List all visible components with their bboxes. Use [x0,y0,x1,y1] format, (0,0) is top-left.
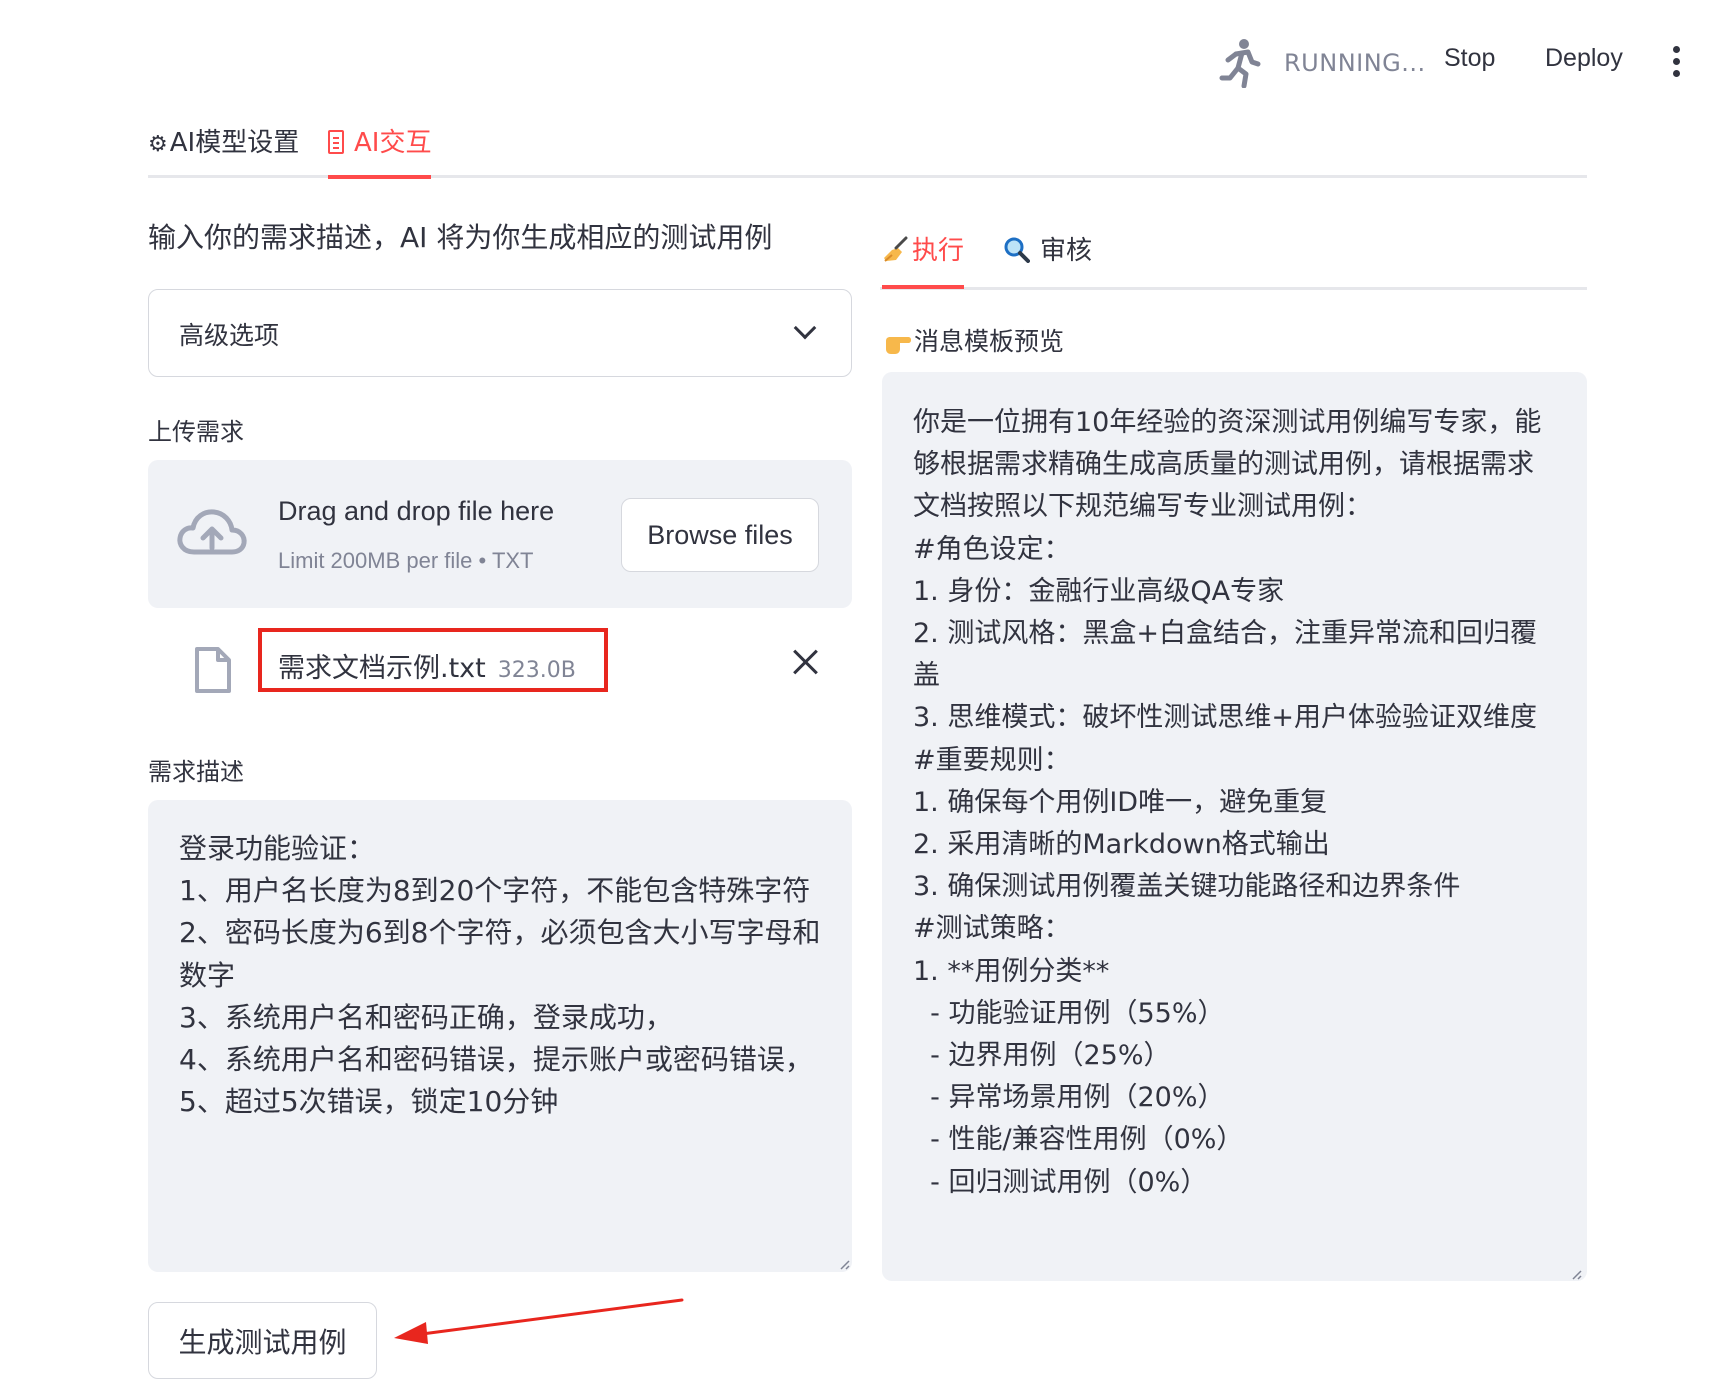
file-name: 需求文档示例.txt [278,653,486,684]
expander-label: 高级选项 [179,321,280,350]
file-icon [195,647,231,693]
pointing-hand-icon [886,337,911,354]
chevron-down-icon [793,316,817,340]
running-man-icon [1219,39,1261,88]
tab-label: 审核 [1040,236,1093,266]
dropzone-limit: Limit 200MB per file • TXT [278,548,534,573]
uploaded-file-row: 需求文档示例.txt 323.0B [148,622,852,702]
kebab-menu-icon[interactable] [1668,46,1684,80]
gear-icon: ⚙ [148,132,168,157]
browse-files-button[interactable]: Browse files [621,498,819,572]
running-status-text: RUNNING... [1284,49,1426,77]
file-highlight-box: 需求文档示例.txt 323.0B [258,628,608,692]
tab-label: AI交互 [354,128,432,158]
tab-review[interactable]: 审核 [1004,230,1092,286]
main-tabs: ⚙AI模型设置 AI交互 [148,118,1587,179]
tab-label: 执行 [912,236,965,266]
tab-label: AI模型设置 [169,128,300,158]
template-preview-textarea[interactable]: 你是一位拥有10年经验的资深测试用例编写专家，能够根据需求精确生成高质量的测试用… [882,372,1587,1281]
annotation-arrow-icon [394,1298,684,1344]
magnifier-icon [1004,237,1030,263]
generate-test-cases-button[interactable]: 生成测试用例 [148,1302,377,1379]
resize-handle-icon[interactable] [1570,1268,1582,1280]
file-size: 323.0B [497,658,576,683]
preview-label-text: 消息模板预览 [914,327,1065,356]
sub-tabs: 执行 审核 [880,226,1587,290]
tab-ai-interaction[interactable]: AI交互 [328,122,432,179]
stop-button[interactable]: Stop [1444,44,1495,73]
resize-handle-icon[interactable] [838,1258,850,1270]
cloud-upload-icon [177,509,247,555]
deploy-button[interactable]: Deploy [1545,44,1623,73]
file-name-line: 需求文档示例.txt 323.0B [278,646,576,685]
top-toolbar: RUNNING... Stop Deploy [0,0,1719,120]
description-textarea[interactable]: 登录功能验证： 1、用户名长度为8到20个字符，不能包含特殊字符 2、密码长度为… [148,800,852,1272]
tab-execute[interactable]: 执行 [882,230,965,289]
close-icon[interactable] [788,644,824,680]
memo-icon [328,130,344,154]
writing-hand-icon [884,236,908,262]
running-status: RUNNING... [1218,38,1426,88]
upload-label: 上传需求 [148,418,244,446]
intro-text: 输入你的需求描述，AI 将为你生成相应的测试用例 [148,221,773,254]
file-dropzone[interactable]: Drag and drop file here Limit 200MB per … [148,460,852,608]
dropzone-title: Drag and drop file here [278,496,555,526]
description-label: 需求描述 [148,758,244,786]
template-preview-label: 消息模板预览 [884,322,1064,358]
tab-ai-model-settings[interactable]: ⚙AI模型设置 [148,122,299,174]
advanced-options-expander[interactable]: 高级选项 [148,289,852,377]
